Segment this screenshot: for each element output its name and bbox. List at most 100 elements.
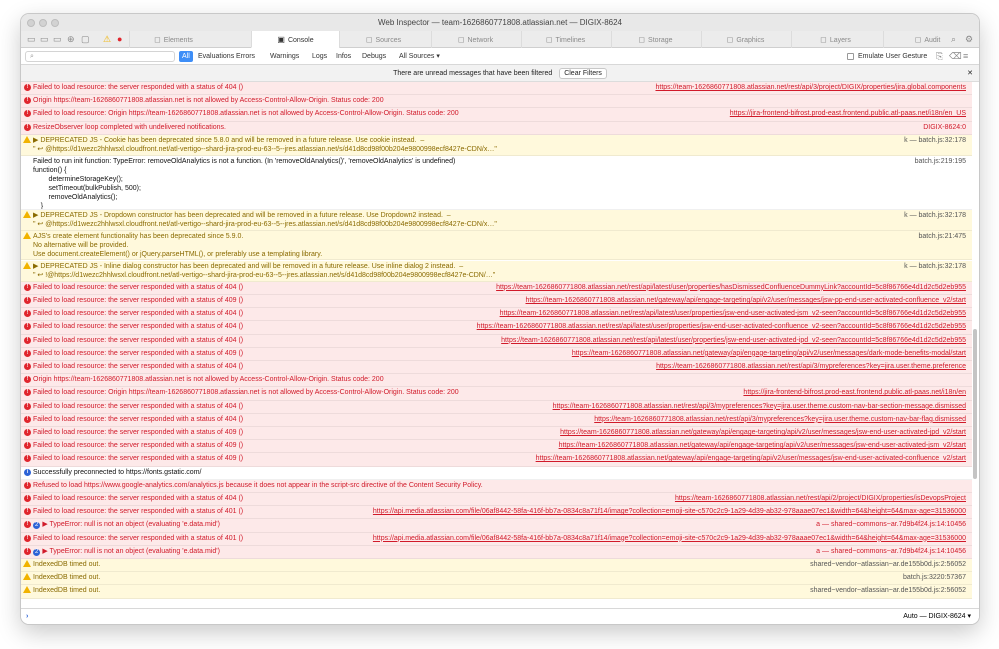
console-message-warn[interactable]: ▶ DEPRECATED JS - Inline dialog construc… [21, 260, 972, 282]
prompt-icon[interactable]: › [26, 609, 28, 624]
source-link[interactable]: https://api.media.atlassian.com/file/06a… [373, 534, 966, 543]
source-link[interactable]: DIGIX-8624:0 [923, 123, 966, 132]
clear-filters-button[interactable]: Clear Filters [559, 68, 607, 79]
console-message-error[interactable]: ! Failed to load resource: the server res… [21, 532, 972, 546]
source-link[interactable]: k — batch.js:32:178 [904, 211, 966, 220]
source-link[interactable]: https://team-1626860771808.atlassian.net… [477, 322, 966, 331]
source-link[interactable]: https://team-1626860771808.atlassian.net… [526, 296, 967, 305]
source-link[interactable]: shared~vendor~atlassian~ar.de155b0d.js:2… [810, 560, 966, 569]
source-link[interactable]: https://team-1626860771808.atlassian.net… [500, 309, 966, 318]
search-input[interactable]: ⌕ [25, 51, 175, 62]
console-message-error[interactable]: ! Failed to load resource: the server res… [21, 440, 972, 454]
filter-all[interactable]: All [179, 51, 193, 62]
zoom-window-button[interactable] [51, 18, 59, 27]
source-link[interactable]: https://team-1626860771808.atlassian.net… [655, 83, 966, 92]
console-message-error[interactable]: ! Failed to load resource: the server res… [21, 82, 972, 96]
source-link[interactable]: https://team-1626860771808.atlassian.net… [675, 494, 966, 503]
console-message-error[interactable]: ! Failed to load resource: the server res… [21, 506, 972, 520]
source-link[interactable]: https://team-1626860771808.atlassian.net… [536, 454, 966, 463]
source-link[interactable]: shared~vendor~atlassian~ar.de155b0d.js:2… [810, 586, 966, 595]
source-link[interactable]: k — batch.js:32:178 [904, 136, 966, 145]
dock-bottom-icon[interactable]: ▭ [40, 34, 49, 44]
scrollbar[interactable] [973, 329, 977, 479]
execution-context[interactable]: Auto — DIGIX-8624 ▾ [903, 609, 971, 624]
tab-console[interactable]: ▣ Console [251, 31, 339, 48]
console-message-warn[interactable]: AJS's create element functionality has b… [21, 231, 972, 261]
console-message-error[interactable]: ! 2 ▶ TypeError: null is not an object (ev… [21, 519, 972, 533]
tab-graphics[interactable]: ◻ Graphics [701, 31, 789, 48]
close-icon[interactable]: ✕ [967, 65, 973, 82]
console-message-error[interactable]: ! Failed to load resource: the server res… [21, 347, 972, 361]
filter-logs[interactable]: Logs [309, 51, 330, 62]
filter-errors[interactable]: Errors [233, 51, 258, 62]
console-message-error[interactable]: ! Failed to load resource: the server res… [21, 413, 972, 427]
console-message-warn[interactable]: IndexedDB timed out. batch.js:3220:57367 [21, 572, 972, 586]
console-message-error[interactable]: ! Refused to load https://www.google-anal… [21, 479, 972, 493]
console-message-error[interactable]: ! Failed to load resource: the server res… [21, 427, 972, 441]
tab-storage[interactable]: ◻ Storage [611, 31, 699, 48]
dock-left-icon[interactable]: ▭ [27, 34, 36, 44]
console-message-error[interactable]: ! Origin https://team-1626860771808.atlas… [21, 374, 972, 388]
console-message-error[interactable]: ! Failed to load resource: Origin https:/… [21, 108, 972, 122]
pin-icon[interactable]: ⎘ [936, 51, 943, 61]
console-message-error[interactable]: ! 2 ▶ TypeError: null is not an object (ev… [21, 545, 972, 559]
source-link[interactable]: https://jira-frontend-bifrost.prod-east.… [743, 388, 966, 397]
console-message-error[interactable]: ! Failed to load resource: the server res… [21, 493, 972, 507]
screen-icon[interactable]: ▢ [81, 34, 90, 44]
filter-debugs[interactable]: Debugs [359, 51, 389, 62]
sources-dropdown[interactable]: All Sources ▾ [399, 51, 440, 62]
source-link[interactable]: https://team-1626860771808.atlassian.net… [560, 428, 966, 437]
console-message-error[interactable]: ! ResizeObserver loop completed with unde… [21, 121, 972, 135]
console-message-warn[interactable]: IndexedDB timed out. shared~vendor~atlass… [21, 585, 972, 599]
console-message-error[interactable]: ! Failed to load resource: the server res… [21, 400, 972, 414]
source-link[interactable]: https://api.media.atlassian.com/file/06a… [373, 507, 966, 516]
source-link[interactable]: a — shared~commons~ar.7d9b4f24.js:14:104… [816, 520, 966, 529]
source-link[interactable]: batch.js:21:475 [919, 232, 966, 241]
console-message-error[interactable]: ! Failed to load resource: the server res… [21, 361, 972, 375]
settings-icon[interactable]: ≡ [963, 51, 968, 61]
close-window-button[interactable] [27, 18, 35, 27]
source-link[interactable]: k — batch.js:32:178 [904, 262, 966, 271]
tab-network[interactable]: ◻ Network [431, 31, 519, 48]
source-link[interactable]: https://team-1626860771808.atlassian.net… [594, 415, 966, 424]
source-link[interactable]: https://team-1626860771808.atlassian.net… [656, 362, 966, 371]
source-link[interactable]: https://team-1626860771808.atlassian.net… [559, 441, 966, 450]
console-message-log[interactable]: Failed to run init function: TypeError: … [21, 156, 972, 210]
console-message-error[interactable]: ! Failed to load resource: the server res… [21, 321, 972, 335]
tab-audit[interactable]: ◻ Audit [883, 31, 971, 48]
error-icon[interactable]: ● [117, 34, 122, 44]
tab-elements[interactable]: ◻ Elements [129, 31, 217, 48]
gear-icon[interactable]: ⚙ [965, 34, 973, 44]
tab-layers[interactable]: ◻ Layers [791, 31, 879, 48]
console-message-error[interactable]: ! Failed to load resource: Origin https:/… [21, 387, 972, 401]
source-link[interactable]: https://team-1626860771808.atlassian.net… [553, 402, 966, 411]
tab-sources[interactable]: ◻ Sources [339, 31, 427, 48]
filter-infos[interactable]: Infos [333, 51, 354, 62]
emulate-checkbox[interactable] [847, 53, 854, 60]
warning-icon[interactable]: ⚠ [103, 34, 111, 44]
console-message-error[interactable]: ! Origin https://team-1626860771808.atlas… [21, 95, 972, 109]
console-message-error[interactable]: ! Failed to load resource: the server res… [21, 281, 972, 295]
filter-warnings[interactable]: Warnings [267, 51, 302, 62]
dock-right-icon[interactable]: ▭ [53, 34, 62, 44]
source-link[interactable]: https://team-1626860771808.atlassian.net… [572, 349, 966, 358]
target-icon[interactable]: ⊕ [67, 34, 75, 44]
trash-icon[interactable]: ⌫ [949, 51, 962, 61]
search-icon[interactable]: ⌕ [951, 34, 956, 44]
tab-timelines[interactable]: ◻ Timelines [521, 31, 609, 48]
source-link[interactable]: a — shared~commons~ar.7d9b4f24.js:14:104… [816, 547, 966, 556]
console-message-error[interactable]: ! Failed to load resource: the server res… [21, 453, 972, 467]
source-link[interactable]: batch.js:3220:57367 [903, 573, 966, 582]
minimize-window-button[interactable] [39, 18, 47, 27]
source-link[interactable]: https://team-1626860771808.atlassian.net… [496, 283, 966, 292]
filter-evaluations[interactable]: Evaluations [195, 51, 237, 62]
console-message-error[interactable]: ! Failed to load resource: the server res… [21, 334, 972, 348]
console-message-info[interactable]: i Successfully preconnected to https://fo… [21, 466, 972, 480]
source-link[interactable]: https://team-1626860771808.atlassian.net… [501, 336, 966, 345]
source-link[interactable]: https://jira-frontend-bifrost.prod-east.… [730, 109, 966, 118]
source-link[interactable]: batch.js:219:195 [915, 157, 966, 166]
console-message-error[interactable]: ! Failed to load resource: the server res… [21, 295, 972, 309]
console-message-warn[interactable]: ▶ DEPRECATED JS - Dropdown constructor h… [21, 209, 972, 232]
console-message-error[interactable]: ! Failed to load resource: the server res… [21, 308, 972, 322]
console-message-warn[interactable]: ▶ DEPRECATED JS - Cookie has been deprec… [21, 134, 972, 157]
